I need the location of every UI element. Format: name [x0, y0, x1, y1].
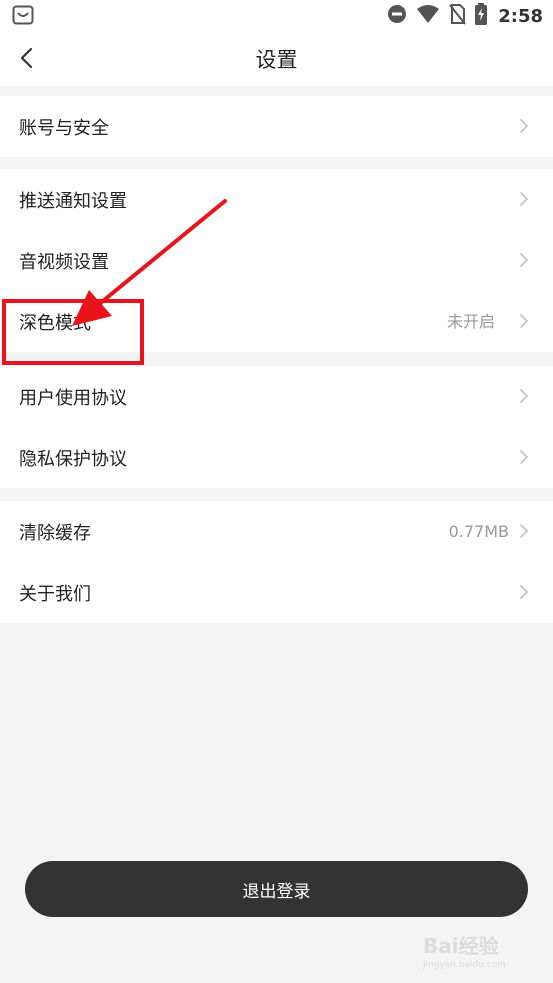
row-label: 清除缓存	[19, 522, 91, 544]
chevron-right-icon	[520, 253, 528, 267]
settings-row-clear-cache[interactable]: 清除缓存 0.77MB	[0, 501, 553, 562]
settings-page: 2:58 设置 账号与安全 推送通知设置 音视频设置 深色模式 未开启 用户使用…	[0, 0, 553, 983]
nav-header: 设置	[0, 30, 553, 86]
settings-row-push-notifications[interactable]: 推送通知设置	[0, 169, 553, 230]
no-sim-icon	[448, 3, 467, 29]
row-label: 关于我们	[19, 583, 91, 605]
settings-group-misc: 清除缓存 0.77MB 关于我们	[0, 501, 553, 623]
chevron-right-icon	[520, 119, 528, 133]
row-label: 隐私保护协议	[19, 448, 127, 470]
settings-row-about-us[interactable]: 关于我们	[0, 562, 553, 623]
row-label: 音视频设置	[19, 251, 109, 273]
baidu-watermark: Bai经验 jingyan.baidu.com	[423, 928, 523, 972]
page-title: 设置	[255, 48, 298, 72]
settings-row-user-agreement[interactable]: 用户使用协议	[0, 366, 553, 427]
battery-charging-icon	[474, 3, 488, 29]
do-not-disturb-icon	[386, 3, 408, 29]
chevron-right-icon	[520, 389, 528, 403]
settings-row-audio-video[interactable]: 音视频设置	[0, 230, 553, 291]
watermark-url: jingyan.baidu.com	[423, 960, 507, 970]
watermark-text: Bai经验	[423, 934, 499, 958]
cache-size: 0.77MB	[448, 522, 509, 541]
settings-group-agreements: 用户使用协议 隐私保护协议	[0, 366, 553, 488]
wifi-icon	[416, 4, 440, 28]
annotation-highlight-box	[2, 299, 144, 365]
chevron-right-icon	[520, 192, 528, 206]
chevron-right-icon	[520, 450, 528, 464]
row-label: 用户使用协议	[19, 387, 127, 409]
row-label: 推送通知设置	[19, 190, 127, 212]
status-bar: 2:58	[0, 0, 553, 30]
settings-row-privacy-policy[interactable]: 隐私保护协议	[0, 427, 553, 488]
chevron-right-icon	[520, 585, 528, 599]
chevron-right-icon	[520, 524, 528, 538]
logout-button[interactable]: 退出登录	[25, 861, 528, 917]
shopping-bag-icon	[12, 5, 34, 29]
settings-group-account: 账号与安全	[0, 96, 553, 157]
dark-mode-status: 未开启	[446, 312, 495, 331]
row-label: 账号与安全	[19, 117, 109, 139]
status-icons: 2:58	[386, 3, 543, 29]
settings-row-account-security[interactable]: 账号与安全	[0, 96, 553, 157]
chevron-right-icon	[520, 314, 528, 328]
status-time: 2:58	[498, 5, 543, 27]
